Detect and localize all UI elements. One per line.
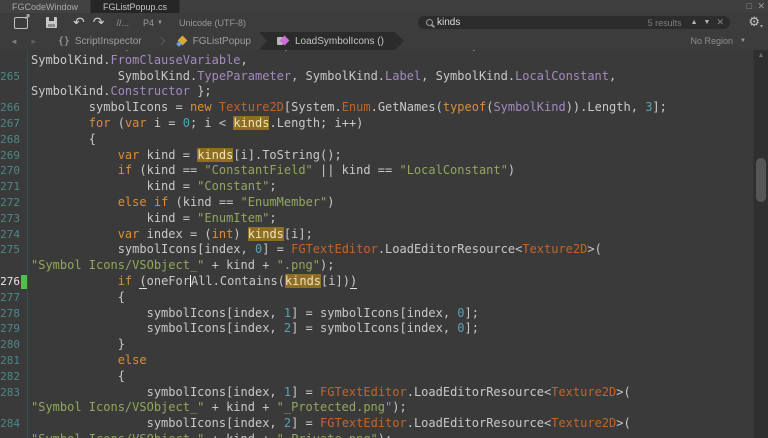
line-number: 281 bbox=[0, 353, 20, 367]
code-row[interactable]: "Symbol Icons/VSObject_" + kind + "_Priv… bbox=[0, 432, 768, 438]
chevron-down-icon: ▼ bbox=[740, 38, 746, 44]
code-row[interactable]: 279 symbolIcons[index, 2] = symbolIcons[… bbox=[0, 321, 768, 337]
line-number: 280 bbox=[0, 338, 20, 352]
navigate-forward-icon[interactable]: ► bbox=[30, 37, 38, 46]
code-row[interactable]: 276 if (oneForAll.Contains(kinds[i])) bbox=[0, 273, 768, 290]
breadcrumb-item-label: LoadSymbolIcons () bbox=[294, 35, 384, 47]
code-rows: SymbolKind.Parameter, SymbolKind.CatchVa… bbox=[0, 50, 768, 438]
code-row[interactable]: 267 for (var i = 0; i < kinds.Length; i+… bbox=[0, 115, 768, 132]
line-number: 277 bbox=[0, 290, 20, 304]
breadcrumb-item-loadsymbolicons[interactable]: LoadSymbolIcons () bbox=[259, 32, 404, 50]
line-number: 278 bbox=[0, 306, 20, 320]
line-number: 274 bbox=[0, 227, 20, 241]
class-icon bbox=[176, 35, 188, 47]
code-row[interactable]: 272 else if (kind == "EnumMember") bbox=[0, 195, 768, 211]
region-label: No Region bbox=[690, 36, 734, 46]
code-row[interactable]: SymbolKind.Constructor }; bbox=[0, 84, 768, 100]
code-row[interactable]: 284 symbolIcons[index, 2] = FGTextEditor… bbox=[0, 416, 768, 432]
code-row[interactable]: "Symbol Icons/VSObject_" + kind + ".png"… bbox=[0, 258, 768, 274]
code-row[interactable]: 277 { bbox=[0, 290, 768, 306]
breadcrumb-item-fglistpopup[interactable]: FGListPopup bbox=[166, 32, 265, 50]
maximize-icon[interactable]: □ bbox=[747, 0, 752, 12]
tab-bar: FGCodeWindow FGListPopup.cs □ ✕ bbox=[0, 0, 768, 13]
code-row[interactable]: 266 symbolIcons = new Texture2D[System.E… bbox=[0, 100, 768, 116]
code-row[interactable]: 281 else bbox=[0, 353, 768, 369]
line-number: 273 bbox=[0, 211, 20, 225]
method-icon bbox=[277, 35, 290, 47]
code-row[interactable]: "Symbol Icons/VSObject_" + kind + "_Prot… bbox=[0, 400, 768, 416]
breadcrumb-item-label: ScriptInspector bbox=[74, 35, 142, 47]
code-row[interactable]: SymbolKind.FromClauseVariable, bbox=[0, 53, 768, 69]
code-row[interactable]: 265 SymbolKind.TypeParameter, SymbolKind… bbox=[0, 69, 768, 85]
code-row[interactable]: 269 var kind = kinds[i].ToString(); bbox=[0, 147, 768, 164]
line-number: 267 bbox=[0, 116, 20, 130]
toggle-comment-button[interactable]: //... bbox=[116, 14, 129, 31]
chevron-right-icon bbox=[156, 36, 165, 46]
navigate-back-icon[interactable]: ◄ bbox=[10, 37, 18, 46]
line-number: 271 bbox=[0, 180, 20, 194]
code-row[interactable]: 270 if (kind == "ConstantField" || kind … bbox=[0, 163, 768, 179]
breadcrumb-item-scriptinspector[interactable]: {} ScriptInspector bbox=[48, 32, 156, 50]
chevron-down-icon: ▼ bbox=[157, 19, 163, 26]
code-row[interactable]: 282 { bbox=[0, 369, 768, 385]
redo-button[interactable]: ↷ bbox=[93, 14, 105, 31]
open-new-window-button[interactable] bbox=[14, 14, 28, 31]
clear-search-icon[interactable]: ✕ bbox=[716, 17, 724, 28]
script-inspector-window: FGCodeWindow FGListPopup.cs □ ✕ ▾≡ ↶ ↷ /… bbox=[0, 0, 768, 438]
code-row[interactable]: 271 kind = "Constant"; bbox=[0, 179, 768, 195]
code-row[interactable]: 274 var index = (int) kinds[i]; bbox=[0, 226, 768, 243]
changed-line-marker bbox=[21, 274, 27, 289]
line-number: 266 bbox=[0, 101, 20, 115]
save-icon bbox=[46, 17, 57, 28]
line-number: 282 bbox=[0, 369, 20, 383]
tab-fgcodewindow[interactable]: FGCodeWindow bbox=[0, 0, 92, 13]
code-row[interactable]: 275 symbolIcons[index, 0] = FGTextEditor… bbox=[0, 242, 768, 258]
line-number: 283 bbox=[0, 385, 20, 399]
code-row[interactable]: 283 symbolIcons[index, 1] = FGTextEditor… bbox=[0, 385, 768, 401]
code-row[interactable]: 268 { bbox=[0, 132, 768, 148]
code-row[interactable]: 273 kind = "EnumItem"; bbox=[0, 211, 768, 227]
search-field[interactable]: kinds 5 results ▲ ▼ ✕ bbox=[418, 16, 730, 29]
line-number: 276 bbox=[0, 274, 20, 288]
scroll-up-icon[interactable]: ▲ bbox=[754, 52, 768, 59]
code-row[interactable]: 280 } bbox=[0, 337, 768, 353]
p4-label: P4 bbox=[142, 17, 154, 28]
search-input[interactable]: kinds bbox=[437, 17, 460, 28]
search-icon bbox=[426, 19, 433, 26]
region-selector[interactable]: No Region ▼ bbox=[691, 36, 746, 46]
undo-button[interactable]: ↶ bbox=[73, 14, 85, 31]
p4-dropdown[interactable]: P4 ▼ bbox=[143, 14, 163, 31]
line-number: 265 bbox=[0, 69, 20, 83]
braces-icon: {} bbox=[57, 35, 70, 47]
open-new-window-icon bbox=[14, 16, 28, 29]
scrollbar-thumb[interactable] bbox=[756, 158, 766, 202]
line-number: 279 bbox=[0, 322, 20, 336]
vertical-scrollbar[interactable]: ▲ bbox=[753, 50, 768, 438]
breadcrumb-item-label: FGListPopup bbox=[192, 35, 251, 47]
line-number: 269 bbox=[0, 148, 20, 162]
breadcrumb-items: {} ScriptInspector FGListPopup LoadSymbolIc… bbox=[48, 32, 404, 50]
code-row[interactable]: 278 symbolIcons[index, 1] = symbolIcons[… bbox=[0, 306, 768, 322]
search-results-count: 5 results bbox=[647, 17, 682, 28]
prev-result-icon[interactable]: ▲ bbox=[691, 19, 698, 26]
line-number: 270 bbox=[0, 164, 20, 178]
line-number: 275 bbox=[0, 243, 20, 257]
code-editor[interactable]: SymbolKind.Parameter, SymbolKind.CatchVa… bbox=[0, 50, 768, 438]
close-icon[interactable]: ✕ bbox=[757, 0, 765, 12]
tab-fglistpopup[interactable]: FGListPopup.cs bbox=[91, 0, 181, 13]
next-result-icon[interactable]: ▼ bbox=[704, 19, 711, 26]
breadcrumb: ◄ ► {} ScriptInspector FGListPopup LoadSymb… bbox=[0, 32, 768, 51]
line-number: 284 bbox=[0, 417, 20, 431]
line-number: 272 bbox=[0, 195, 20, 209]
save-button[interactable] bbox=[46, 14, 57, 31]
line-number: 268 bbox=[0, 132, 20, 146]
encoding-label: Unicode (UTF-8) bbox=[178, 17, 246, 28]
